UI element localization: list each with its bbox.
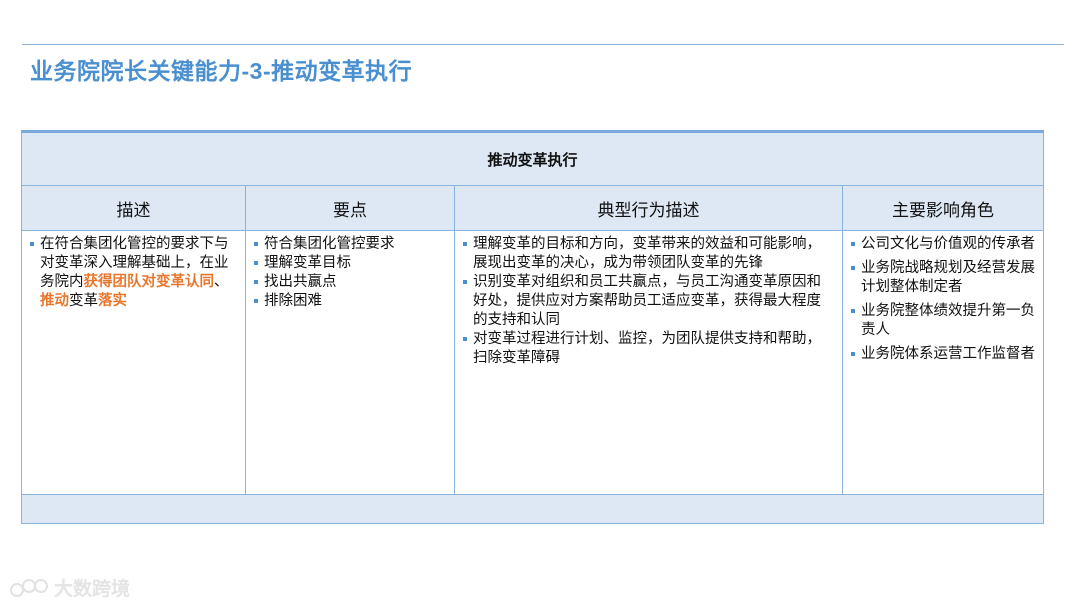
capability-table: 推动变革执行 描述 要点 典型行为描述 主要影响角色 在符合集团化管控的要求下与…	[20, 130, 1045, 524]
key-points-list: 符合集团化管控要求 理解变革目标 找出共赢点 排除困难	[254, 235, 446, 311]
header-description: 描述	[21, 185, 246, 231]
roles-cell: 公司文化与价值观的传承者 业务院战略规划及经营发展计划整体制定者 业务院整体绩效…	[841, 230, 1045, 495]
table-banner: 推动变革执行	[20, 130, 1045, 186]
behaviors-list: 理解变革的目标和方向，变革带来的效益和可能影响，展现出变革的决心，成为带领团队变…	[463, 235, 834, 368]
behavior-item: 对变革过程进行计划、监控，为团队提供支持和帮助，扫除变革障碍	[463, 330, 834, 368]
key-point-item: 理解变革目标	[254, 254, 446, 273]
watermark: 大数跨境	[10, 574, 130, 601]
header-key-points: 要点	[245, 185, 455, 231]
role-item: 业务院战略规划及经营发展计划整体制定者	[851, 259, 1035, 297]
description-item: 在符合集团化管控的要求下与对变革深入理解基础上，在业务院内获得团队对变革认同、推…	[30, 235, 237, 311]
key-point-item: 排除困难	[254, 292, 446, 311]
page-title: 业务院院长关键能力-3-推动变革执行	[30, 58, 413, 84]
description-highlight-recognition: 获得团队对变革认同	[83, 274, 215, 290]
description-highlight-implement: 落实	[98, 293, 127, 309]
table-footer-row	[20, 494, 1045, 524]
behavior-item: 理解变革的目标和方向，变革带来的效益和可能影响，展现出变革的决心，成为带领团队变…	[463, 235, 834, 273]
description-text: 变革	[69, 293, 98, 309]
roles-list: 公司文化与价值观的传承者 业务院战略规划及经营发展计划整体制定者 业务院整体绩效…	[851, 235, 1035, 364]
role-item: 业务院整体绩效提升第一负责人	[851, 302, 1035, 340]
key-point-item: 找出共赢点	[254, 273, 446, 292]
description-list: 在符合集团化管控的要求下与对变革深入理解基础上，在业务院内获得团队对变革认同、推…	[30, 235, 237, 311]
watermark-text: 大数跨境	[54, 579, 131, 600]
table-footer	[20, 494, 1045, 524]
top-divider	[22, 44, 1064, 45]
description-cell: 在符合集团化管控的要求下与对变革深入理解基础上，在业务院内获得团队对变革认同、推…	[21, 230, 246, 495]
key-points-cell: 符合集团化管控要求 理解变革目标 找出共赢点 排除困难	[245, 230, 455, 495]
brand-logo-icon	[10, 577, 48, 599]
header-behaviors: 典型行为描述	[454, 185, 843, 231]
behavior-item: 识别变革对组织和员工共赢点，与员工沟通变革原因和好处，提供应对方案帮助员工适应变…	[463, 273, 834, 330]
description-highlight-drive: 推动	[40, 293, 69, 309]
capability-table-container: 推动变革执行 描述 要点 典型行为描述 主要影响角色 在符合集团化管控的要求下与…	[20, 130, 1045, 524]
description-text: 、	[214, 274, 229, 290]
header-roles: 主要影响角色	[841, 185, 1045, 231]
key-point-item: 符合集团化管控要求	[254, 235, 446, 254]
role-item: 业务院体系运营工作监督者	[851, 345, 1035, 364]
role-item: 公司文化与价值观的传承者	[851, 235, 1035, 254]
behaviors-cell: 理解变革的目标和方向，变革带来的效益和可能影响，展现出变革的决心，成为带领团队变…	[454, 230, 843, 495]
